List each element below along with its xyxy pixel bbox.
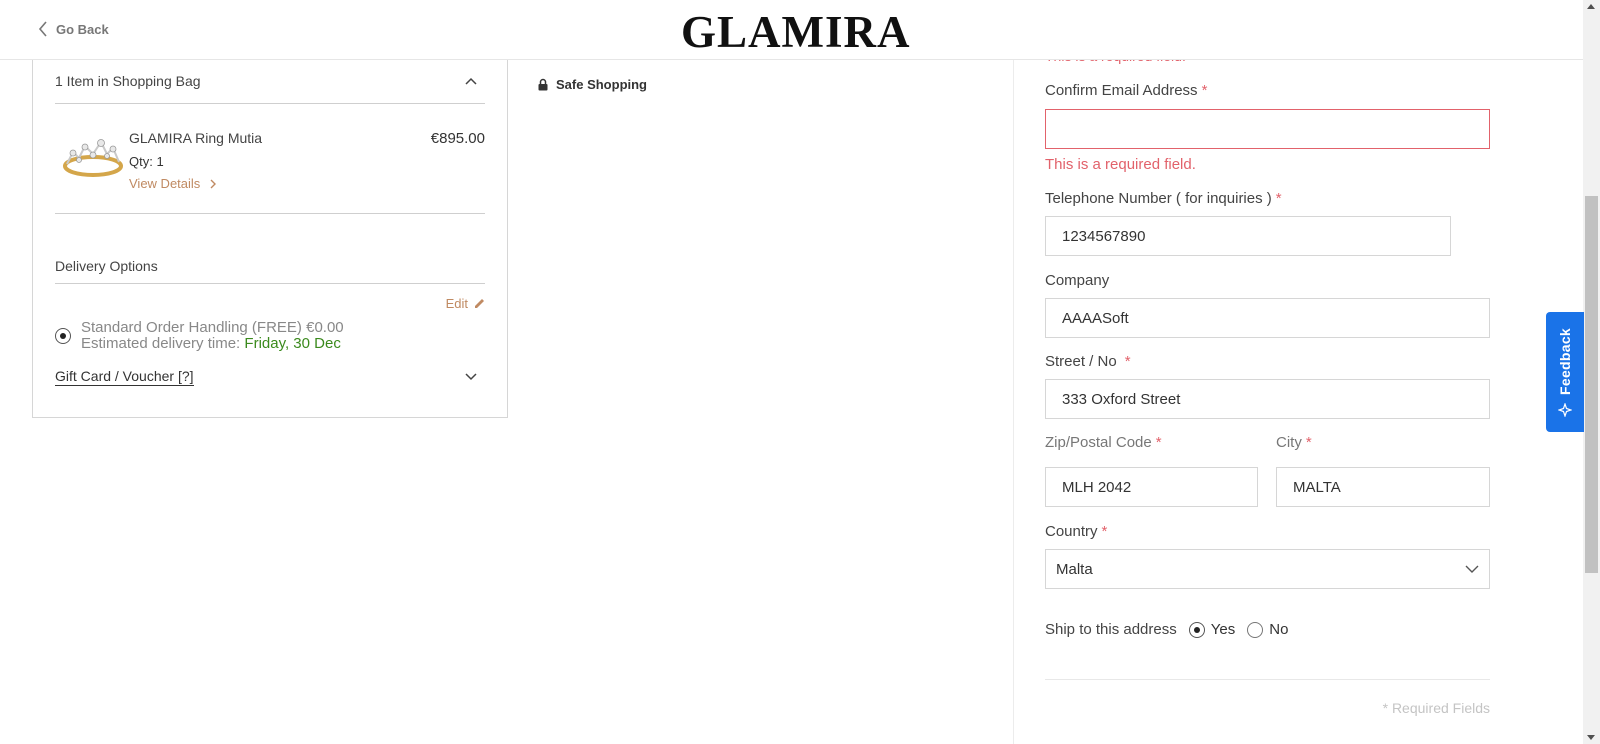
country-label: Country * xyxy=(1045,523,1108,540)
delivery-estimate: Estimated delivery time: Friday, 30 Dec xyxy=(81,336,344,352)
ship-yes-radio[interactable] xyxy=(1188,621,1205,638)
edit-label: Edit xyxy=(445,296,468,311)
header: Go Back GLAMIRA xyxy=(0,0,1583,60)
view-details-label: View Details xyxy=(129,176,201,191)
chevron-up-icon[interactable] xyxy=(465,77,477,85)
bag-item: GLAMIRA Ring Mutia Qty: 1 View Details €… xyxy=(55,106,485,214)
city-input[interactable] xyxy=(1276,467,1490,507)
chevron-left-icon xyxy=(38,21,47,37)
ship-no-radio[interactable] xyxy=(1247,621,1264,638)
company-label: Company xyxy=(1045,272,1110,289)
chevron-down-icon[interactable] xyxy=(465,373,477,381)
safe-shopping: Safe Shopping xyxy=(538,77,647,92)
delivery-option-standard[interactable]: Standard Order Handling (FREE) €0.00 Est… xyxy=(55,320,485,352)
ship-yes-label: Yes xyxy=(1210,621,1236,638)
view-details-link[interactable]: View Details xyxy=(129,176,217,191)
confirm-email-label: Confirm Email Address * xyxy=(1045,82,1208,99)
telephone-label: Telephone Number ( for inquiries ) * xyxy=(1045,190,1282,207)
delivery-estimate-label: Estimated delivery time: xyxy=(81,335,241,352)
feedback-label: Feedback xyxy=(1557,327,1573,395)
zip-label: Zip/Postal Code * xyxy=(1045,434,1162,451)
item-price: €895.00 xyxy=(430,130,485,147)
zip-input[interactable] xyxy=(1045,467,1258,507)
delivery-option-line1: Standard Order Handling (FREE) €0.00 xyxy=(81,319,344,336)
sparkle-icon xyxy=(1558,402,1572,417)
delivery-options-title: Delivery Options xyxy=(55,248,485,284)
ship-to-address-row: Ship to this address Yes No xyxy=(1045,621,1288,638)
delivery-option-text: Standard Order Handling (FREE) €0.00 Est… xyxy=(81,320,344,352)
delivery-radio[interactable] xyxy=(55,328,71,344)
company-input[interactable] xyxy=(1045,298,1490,338)
city-label: City * xyxy=(1276,434,1312,451)
confirm-email-input[interactable] xyxy=(1045,109,1490,149)
scroll-up-arrow[interactable] xyxy=(1587,4,1595,9)
edit-delivery-link[interactable]: Edit xyxy=(446,296,485,311)
lock-icon xyxy=(538,78,548,91)
gift-card-label[interactable]: Gift Card / Voucher [?] xyxy=(55,368,194,386)
safe-shopping-label: Safe Shopping xyxy=(556,77,647,92)
ring-product-image[interactable] xyxy=(61,120,125,184)
column-divider xyxy=(1013,60,1014,744)
shopping-bag-panel: 1 Item in Shopping Bag GLAMIRA Ring Muti… xyxy=(32,58,508,418)
bag-header-label: 1 Item in Shopping Bag xyxy=(55,72,201,89)
page-scrollbar[interactable] xyxy=(1583,0,1600,744)
country-select[interactable]: Malta xyxy=(1045,549,1490,589)
scrollbar-thumb[interactable] xyxy=(1585,196,1598,573)
glamira-logo[interactable]: GLAMIRA xyxy=(681,10,911,55)
ship-no-option[interactable]: No xyxy=(1247,621,1288,638)
ship-no-label: No xyxy=(1269,621,1289,638)
ship-yes-option[interactable]: Yes xyxy=(1188,621,1236,638)
street-label: Street / No * xyxy=(1045,353,1131,370)
item-qty: Qty: 1 xyxy=(129,154,164,169)
delivery-date: Friday, 30 Dec xyxy=(244,335,341,352)
street-input[interactable] xyxy=(1045,379,1490,419)
chevron-right-icon xyxy=(210,179,217,188)
scroll-down-arrow[interactable] xyxy=(1587,735,1595,740)
confirm-email-error: This is a required field. xyxy=(1045,156,1196,173)
go-back-label: Go Back xyxy=(56,21,109,37)
bag-header[interactable]: 1 Item in Shopping Bag xyxy=(55,58,485,104)
country-value: Malta xyxy=(1056,560,1093,578)
ship-to-address-label: Ship to this address xyxy=(1045,621,1177,638)
form-divider xyxy=(1045,679,1490,680)
telephone-input[interactable] xyxy=(1045,216,1451,256)
required-fields-note: * Required Fields xyxy=(1382,700,1490,716)
feedback-tab[interactable]: Feedback xyxy=(1546,312,1584,432)
go-back-link[interactable]: Go Back xyxy=(38,21,109,37)
chevron-down-icon xyxy=(1465,565,1479,573)
gift-card-toggle[interactable]: Gift Card / Voucher [?] xyxy=(55,368,485,386)
pencil-icon xyxy=(475,299,484,308)
item-name: GLAMIRA Ring Mutia xyxy=(129,130,263,146)
